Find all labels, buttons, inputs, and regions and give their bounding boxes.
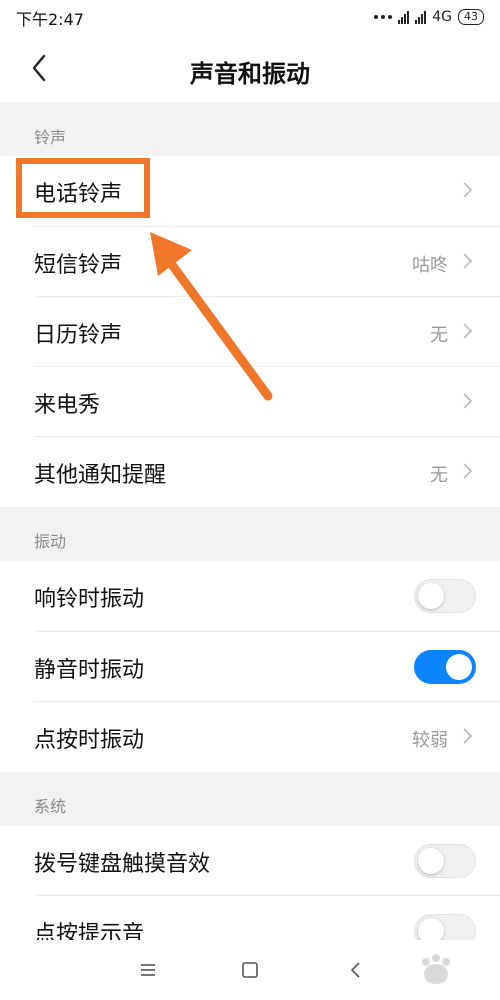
back-triangle-icon[interactable] — [344, 958, 368, 982]
row-haptic-feedback[interactable]: 点按时振动 较弱 — [0, 702, 500, 772]
section-header-vibration — [0, 507, 500, 561]
page-title: 声音和振动 — [190, 60, 310, 88]
menu-icon[interactable] — [136, 958, 160, 982]
row-label: 日历铃声 — [34, 323, 123, 348]
row-calendar-ringtone[interactable]: 日历铃声 无 — [0, 297, 500, 367]
row-label: 拨号键盘触摸音效 — [34, 852, 211, 877]
section-header-ringtone — [0, 102, 500, 156]
chevron-right-icon — [463, 463, 473, 479]
network-type: 4G — [432, 9, 452, 25]
status-bar: 下午2:47 4G 43 — [0, 0, 500, 34]
row-label: 来电秀 — [34, 393, 101, 418]
chevron-right-icon — [463, 182, 473, 198]
chevron-right-icon — [463, 323, 473, 339]
section-label-ringtone: 铃声 — [34, 128, 67, 147]
annotation-highlight-box — [16, 158, 150, 218]
dialpad-sound-toggle[interactable] — [414, 844, 476, 878]
row-value: 咕咚 — [412, 255, 448, 276]
row-sms-ringtone[interactable]: 短信铃声 咕咚 — [0, 227, 500, 297]
section-label-system: 系统 — [34, 797, 67, 816]
vibrate-on-ring-toggle[interactable] — [414, 579, 476, 613]
home-square-icon[interactable] — [238, 958, 262, 982]
battery-indicator: 43 — [458, 9, 484, 25]
row-vibrate-on-ring[interactable]: 响铃时振动 — [0, 561, 500, 631]
row-dialpad-sound[interactable]: 拨号键盘触摸音效 — [0, 826, 500, 896]
row-label: 响铃时振动 — [34, 587, 145, 612]
row-caller-show[interactable]: 来电秀 — [0, 367, 500, 437]
status-indicators: 4G 43 — [374, 7, 484, 27]
row-label: 点按时振动 — [34, 728, 145, 753]
header: 声音和振动 — [0, 34, 500, 102]
vibrate-on-silent-toggle[interactable] — [414, 650, 476, 684]
chevron-right-icon — [463, 253, 473, 269]
notification-dots-icon — [374, 15, 393, 19]
row-value: 较弱 — [412, 730, 448, 751]
signal-icon-2 — [415, 10, 427, 24]
chevron-right-icon — [463, 393, 473, 409]
chevron-right-icon — [463, 728, 473, 744]
section-header-system — [0, 772, 500, 826]
row-value: 无 — [430, 465, 448, 486]
signal-icon — [398, 10, 410, 24]
watermark-logo-icon — [422, 954, 450, 984]
row-other-notifications[interactable]: 其他通知提醒 无 — [0, 437, 500, 507]
section-label-vibration: 振动 — [34, 532, 67, 551]
row-label: 静音时振动 — [34, 658, 145, 683]
row-vibrate-on-silent[interactable]: 静音时振动 — [0, 632, 500, 702]
row-label: 其他通知提醒 — [34, 463, 167, 488]
row-value: 无 — [430, 325, 448, 346]
status-time: 下午2:47 — [16, 10, 84, 29]
navigation-bar — [0, 940, 500, 1000]
row-label: 短信铃声 — [34, 253, 123, 278]
